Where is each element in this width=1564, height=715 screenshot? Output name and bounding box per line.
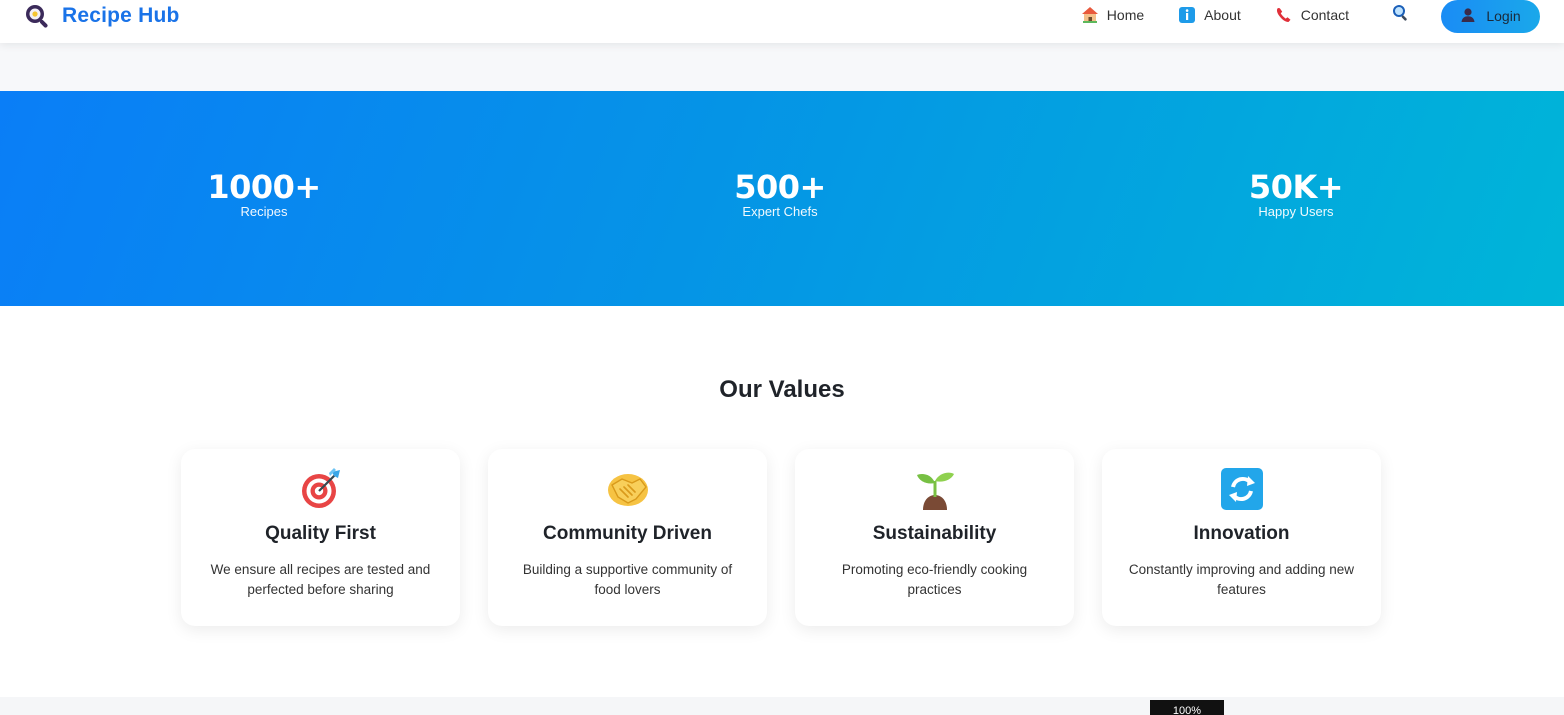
- nav-about-label: About: [1204, 7, 1241, 23]
- top-navbar: Recipe Hub Home About Contact Login: [0, 0, 1564, 43]
- stat-value: 1000+: [207, 168, 321, 206]
- nav-about[interactable]: About: [1178, 6, 1241, 24]
- stat-value: 500+: [734, 168, 826, 206]
- footer-edge: [0, 697, 1564, 715]
- handshake-icon: [606, 467, 650, 511]
- main-nav: Home About Contact Login: [1081, 0, 1540, 33]
- card-description: Constantly improving and adding new feat…: [1128, 562, 1355, 597]
- login-button[interactable]: Login: [1441, 0, 1540, 33]
- stat-recipes: 1000+ Recipes: [134, 169, 394, 219]
- telephone-icon: [1275, 6, 1293, 24]
- nav-home-label: Home: [1106, 7, 1145, 23]
- page-spacer: [0, 43, 1564, 91]
- card-description: Promoting eco-friendly cooking practices: [841, 562, 1028, 597]
- user-icon: [1460, 7, 1476, 26]
- card-title: Innovation: [1193, 523, 1290, 544]
- login-label: Login: [1486, 8, 1521, 24]
- value-card-innovation: Innovation Constantly improving and addi…: [1102, 449, 1381, 626]
- info-icon: [1178, 6, 1196, 24]
- brand-title: Recipe Hub: [62, 4, 180, 27]
- stats-banner: 1000+ Recipes 500+ Expert Chefs 50K+ Hap…: [0, 91, 1564, 306]
- search-button[interactable]: [1391, 4, 1411, 27]
- card-title: Sustainability: [872, 523, 997, 544]
- magnifier-icon: [1392, 4, 1410, 27]
- stat-value: 50K+: [1248, 168, 1344, 206]
- nav-home[interactable]: Home: [1081, 6, 1144, 24]
- target-icon: [299, 467, 343, 511]
- card-title: Community Driven: [543, 523, 712, 544]
- brand-link[interactable]: Recipe Hub: [24, 2, 180, 30]
- value-card-sustainability: Sustainability Promoting eco-friendly co…: [795, 449, 1074, 626]
- refresh-icon: [1220, 467, 1264, 511]
- zoom-level-indicator: 100%: [1150, 700, 1224, 715]
- card-description: Building a supportive community of food …: [522, 562, 733, 597]
- card-description: We ensure all recipes are tested and per…: [210, 562, 431, 597]
- card-title: Quality First: [265, 523, 376, 544]
- seedling-icon: [913, 467, 957, 511]
- stat-label: Happy Users: [1258, 204, 1334, 219]
- stat-label: Expert Chefs: [742, 204, 818, 219]
- house-icon: [1081, 6, 1099, 24]
- stat-users: 50K+ Happy Users: [1166, 169, 1426, 219]
- values-heading: Our Values: [719, 376, 845, 403]
- nav-contact[interactable]: Contact: [1275, 6, 1349, 24]
- value-card-community: Community Driven Building a supportive c…: [488, 449, 767, 626]
- stat-chefs: 500+ Expert Chefs: [650, 169, 910, 219]
- value-card-quality: Quality First We ensure all recipes are …: [181, 449, 460, 626]
- stat-label: Recipes: [240, 204, 288, 219]
- nav-contact-label: Contact: [1300, 7, 1349, 23]
- search-pan-logo-icon: [24, 3, 50, 29]
